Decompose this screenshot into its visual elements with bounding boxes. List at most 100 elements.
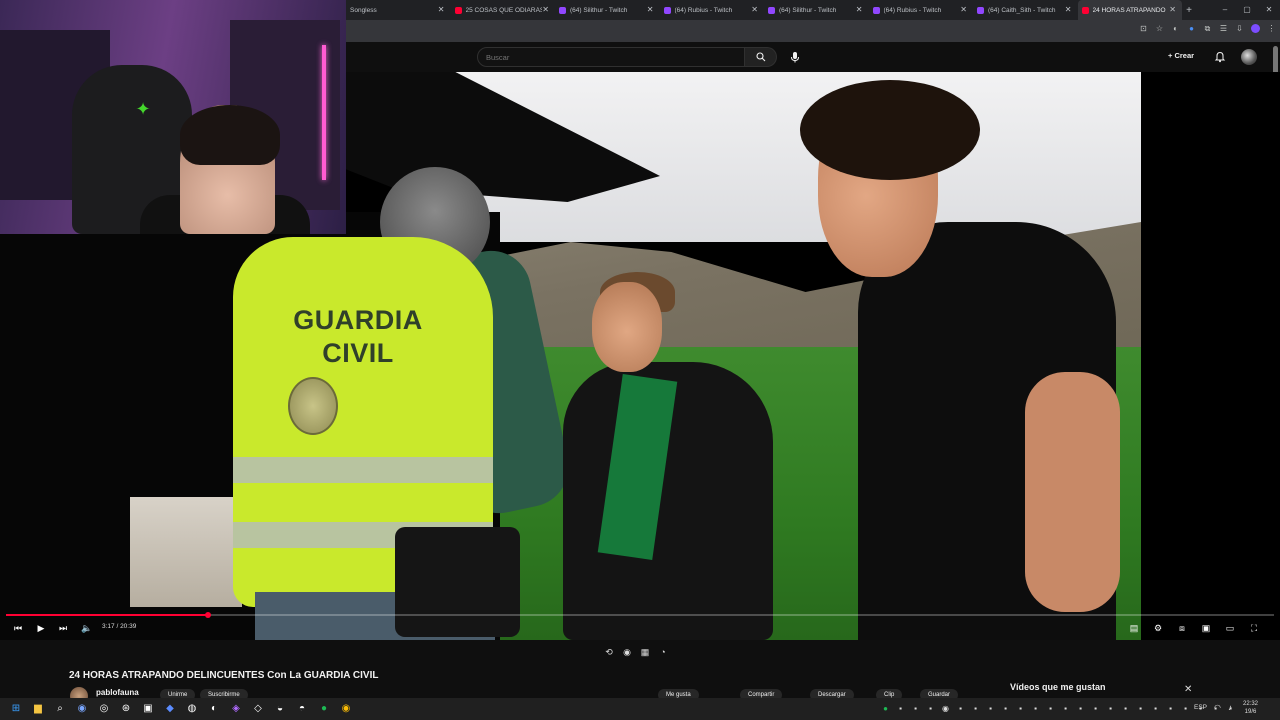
new-tab-button[interactable]: + <box>1182 5 1196 16</box>
tab-search-icon[interactable]: ☰ <box>1219 24 1228 33</box>
app-icon[interactable]: ◉ <box>74 701 90 717</box>
twitch-favicon-icon <box>977 6 984 14</box>
play-icon[interactable]: ▶ <box>35 622 47 634</box>
tray-icon[interactable]: ▪ <box>1090 702 1101 716</box>
tray-icon[interactable]: ▪ <box>895 702 906 716</box>
browser-tab-active[interactable]: 24 HORAS ATRAPANDO ✕ <box>1077 0 1182 20</box>
tray-icon[interactable]: ▪ <box>1000 702 1011 716</box>
tab-close-icon[interactable]: ✕ <box>960 5 967 14</box>
volume-icon[interactable]: 🔈 <box>81 622 93 634</box>
tray-icon[interactable]: ▪ <box>1015 702 1026 716</box>
tab-close-icon[interactable]: ✕ <box>438 5 445 14</box>
avatar[interactable] <box>1241 49 1257 65</box>
tray-icon[interactable]: ▪ <box>1120 702 1131 716</box>
create-button[interactable]: + Crear <box>1168 51 1194 60</box>
steam-icon[interactable]: ◍ <box>184 701 200 717</box>
previous-icon[interactable]: ⏮ <box>12 622 24 634</box>
app-icon[interactable]: ◈ <box>228 701 244 717</box>
close-window-button[interactable]: ✕ <box>1258 0 1280 20</box>
app-icon[interactable]: ◒ <box>272 701 288 717</box>
create-label: Crear <box>1174 51 1195 60</box>
minimize-button[interactable]: – <box>1214 0 1236 20</box>
tray-icon[interactable]: ▪ <box>1135 702 1146 716</box>
cast-icon[interactable]: ▣ <box>1200 622 1212 634</box>
tray-icon[interactable]: ▪ <box>1105 702 1116 716</box>
windows-start-icon[interactable]: ⊞ <box>8 701 24 717</box>
browser-tab[interactable]: 25 COSAS QUE ODIARÁS ✕ <box>451 0 556 20</box>
fullscreen-icon[interactable]: ⛶ <box>1248 622 1260 634</box>
mic-icon[interactable] <box>788 50 802 64</box>
tab-close-icon[interactable]: ✕ <box>856 5 863 14</box>
profile-extension-icon[interactable] <box>1251 24 1260 33</box>
browser-tab[interactable]: (64) Caith_Sith - Twitch ✕ <box>973 0 1078 20</box>
tray-icon[interactable]: ▪ <box>925 702 936 716</box>
app-icon[interactable]: ◆ <box>162 701 178 717</box>
next-icon[interactable]: ⏭ <box>57 622 69 634</box>
app-icon[interactable]: ◓ <box>294 701 310 717</box>
tray-icon[interactable]: ▪ <box>985 702 996 716</box>
chrome-icon[interactable]: ◉ <box>338 701 354 717</box>
volume-tray-icon[interactable]: ♪ <box>1228 703 1232 712</box>
tray-icon[interactable]: ▪ <box>1060 702 1071 716</box>
tray-icon[interactable]: ▪ <box>910 702 921 716</box>
search-input[interactable] <box>477 47 745 67</box>
app-icon[interactable]: ● <box>316 701 332 717</box>
app-icon[interactable]: ◐ <box>206 701 222 717</box>
wifi-icon[interactable]: ◠ <box>1214 703 1221 712</box>
app-icon[interactable]: ⊛ <box>118 701 134 717</box>
tray-icon[interactable]: ▪ <box>970 702 981 716</box>
app-icon[interactable]: ◎ <box>96 701 112 717</box>
tray-icon[interactable]: ▪ <box>1165 702 1176 716</box>
bookmark-star-icon[interactable]: ☆ <box>1155 24 1164 33</box>
theater-mode-icon[interactable]: ▭ <box>1224 622 1236 634</box>
close-icon[interactable]: ✕ <box>1184 684 1192 695</box>
tray-icon[interactable]: ▪ <box>1150 702 1161 716</box>
subtitles-icon[interactable]: ▤ <box>1128 622 1140 634</box>
tray-icon[interactable]: ▪ <box>955 702 966 716</box>
tray-icon[interactable]: ▪ <box>1045 702 1056 716</box>
app-icon[interactable]: ◇ <box>250 701 266 717</box>
tray-icon[interactable]: ● <box>880 702 891 716</box>
puzzle-extensions-icon[interactable]: ⧉ <box>1203 24 1212 33</box>
tab-close-icon[interactable]: ✕ <box>542 5 549 14</box>
search-button[interactable] <box>745 47 777 67</box>
audio-icon[interactable]: ◉ <box>621 646 633 658</box>
browser-tab[interactable]: (64) Rubius - Twitch ✕ <box>660 0 765 20</box>
app-icon[interactable]: ▣ <box>140 701 156 717</box>
search-icon[interactable]: ⌕ <box>52 701 68 717</box>
tab-close-icon[interactable]: ✕ <box>1065 5 1072 14</box>
menu-kebab-icon[interactable]: ⋮ <box>1267 24 1276 33</box>
tray-icon[interactable]: ▪ <box>1075 702 1086 716</box>
screenshot-icon[interactable]: ▦ <box>639 646 651 658</box>
maximize-button[interactable]: ▢ <box>1236 0 1258 20</box>
channel-name[interactable]: pablofauna <box>96 688 139 697</box>
loop-icon[interactable]: ⟲ <box>603 646 615 658</box>
install-icon[interactable]: ⊡ <box>1139 24 1148 33</box>
downloads-icon[interactable]: ⇩ <box>1235 24 1244 33</box>
browser-tab[interactable]: (64) Rubius - Twitch ✕ <box>869 0 974 20</box>
clock-date: 19/6 <box>1244 709 1257 715</box>
browser-tab[interactable]: Songless ✕ <box>346 0 451 20</box>
twitch-favicon-icon <box>663 6 671 14</box>
speed-icon[interactable]: ◔ <box>657 646 669 658</box>
bell-icon[interactable] <box>1214 51 1226 63</box>
tray-icon[interactable]: ▪ <box>1030 702 1041 716</box>
extension-blue-icon[interactable]: ● <box>1187 24 1196 33</box>
browser-tab[interactable]: (64) Silithur - Twitch ✕ <box>764 0 869 20</box>
clock[interactable]: 22:32 19/6 <box>1243 700 1258 716</box>
tab-close-icon[interactable]: ✕ <box>751 5 758 14</box>
tray-icon[interactable]: ◉ <box>940 702 951 716</box>
tab-label: Songless <box>350 6 377 14</box>
miniplayer-icon[interactable]: ⧈ <box>1176 622 1188 634</box>
tray-icon[interactable]: ▪ <box>1180 702 1191 716</box>
language-indicator[interactable]: ESP <box>1194 704 1207 711</box>
tab-close-icon[interactable]: ✕ <box>647 5 654 14</box>
screen: Songless ✕ 25 COSAS QUE ODIARÁS ✕ (64) S… <box>0 0 1280 720</box>
extension-icon[interactable]: ◐ <box>1171 24 1180 33</box>
progress-bar[interactable] <box>6 612 1274 618</box>
settings-gear-icon[interactable]: ⚙ <box>1152 622 1164 634</box>
file-explorer-icon[interactable]: ▆ <box>30 701 46 717</box>
tab-close-icon[interactable]: ✕ <box>1169 5 1176 14</box>
browser-tab[interactable]: (64) Silithur - Twitch ✕ <box>555 0 660 20</box>
progress-scrubber[interactable] <box>204 612 211 618</box>
